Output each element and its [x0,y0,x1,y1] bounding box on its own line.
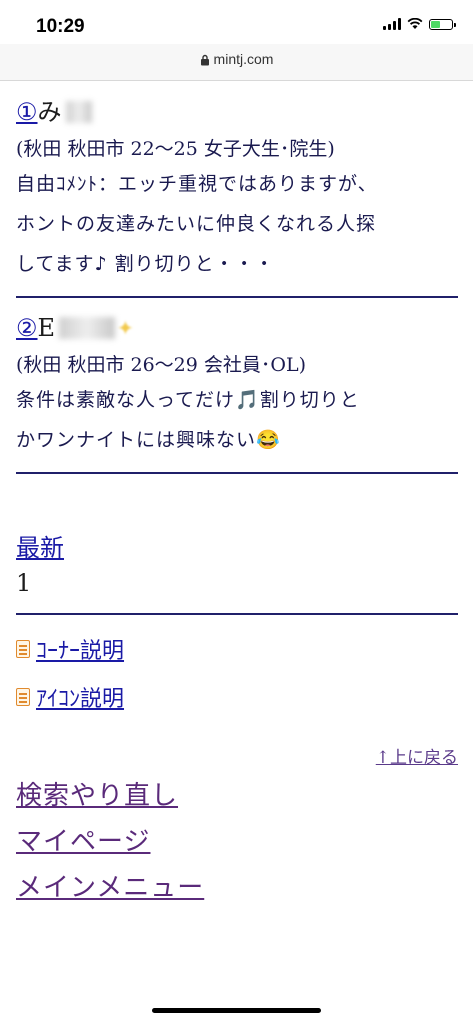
battery-icon [429,18,456,30]
icon-help-item[interactable]: ｱｲｺﾝ説明 [16,681,458,713]
profile-entry: ① み (秋田 秋田市 22〜25 女子大生･院生) 自由ｺﾒﾝﾄ：エッチ重視で… [16,96,458,284]
comment-line: してます♪ 割り切りと・・・ [16,253,275,275]
status-bar: 10:29 [0,0,473,44]
comment-line: かワンナイトには興味ない😂 [16,429,281,451]
divider [16,296,458,298]
entry-meta: (秋田 秋田市 22〜25 女子大生･院生) [16,138,335,160]
entry-title: ① み [16,96,458,128]
entry-meta: (秋田 秋田市 26〜29 会社員･OL) [16,354,306,376]
pagination: 最新 1 [16,528,458,597]
back-to-top-link[interactable]: ↑上に戻る [16,743,458,768]
entry-number-link[interactable]: ② [16,313,38,343]
wifi-icon [407,18,423,29]
mypage-link[interactable]: マイページ [16,824,458,860]
corner-help-link[interactable]: ｺｰﾅｰ説明 [36,633,124,665]
blurred-name [59,317,116,339]
status-time: 10:29 [36,16,85,37]
document-icon [16,640,30,658]
entry-title: ② E ✦ [16,312,458,344]
latest-link[interactable]: 最新 [16,534,64,562]
corner-help-item[interactable]: ｺｰﾅｰ説明 [16,633,458,665]
url-display[interactable]: mintj.com [200,51,274,67]
blurred-name [65,101,92,123]
address-bar[interactable]: mintj.com [0,44,473,81]
search-again-link[interactable]: 検索やり直し [16,778,458,814]
profile-entry: ② E ✦ (秋田 秋田市 26〜29 会社員･OL) 条件は素敵な人ってだけ🎵… [16,312,458,460]
divider [16,472,458,474]
sparkle-icon: ✦ [117,316,134,340]
entry-comment: 条件は素敵な人ってだけ🎵割り切りと かワンナイトには興味ない😂 [16,380,458,460]
comment-line: 自由ｺﾒﾝﾄ：エッチ重視ではありますが、 [16,173,378,195]
url-text: mintj.com [213,51,274,67]
status-icons [383,18,456,30]
main-content: ① み (秋田 秋田市 22〜25 女子大生･院生) 自由ｺﾒﾝﾄ：エッチ重視で… [16,96,458,906]
document-icon [16,688,30,706]
page-number: 1 [16,569,32,597]
entry-number-link[interactable]: ① [16,97,38,127]
signal-icon [383,18,401,30]
entry-name: み [37,98,62,126]
comment-line: 条件は素敵な人ってだけ🎵割り切りと [16,389,360,411]
icon-help-link[interactable]: ｱｲｺﾝ説明 [36,681,124,713]
lock-icon [200,55,209,66]
home-indicator[interactable] [152,1008,321,1013]
entry-name: E [37,314,56,342]
divider [16,613,458,615]
comment-line: ホントの友達みたいに仲良くなれる人探 [16,213,377,235]
entry-comment: 自由ｺﾒﾝﾄ：エッチ重視ではありますが、 ホントの友達みたいに仲良くなれる人探 … [16,164,458,284]
main-menu-link[interactable]: メインメニュー [16,870,458,906]
